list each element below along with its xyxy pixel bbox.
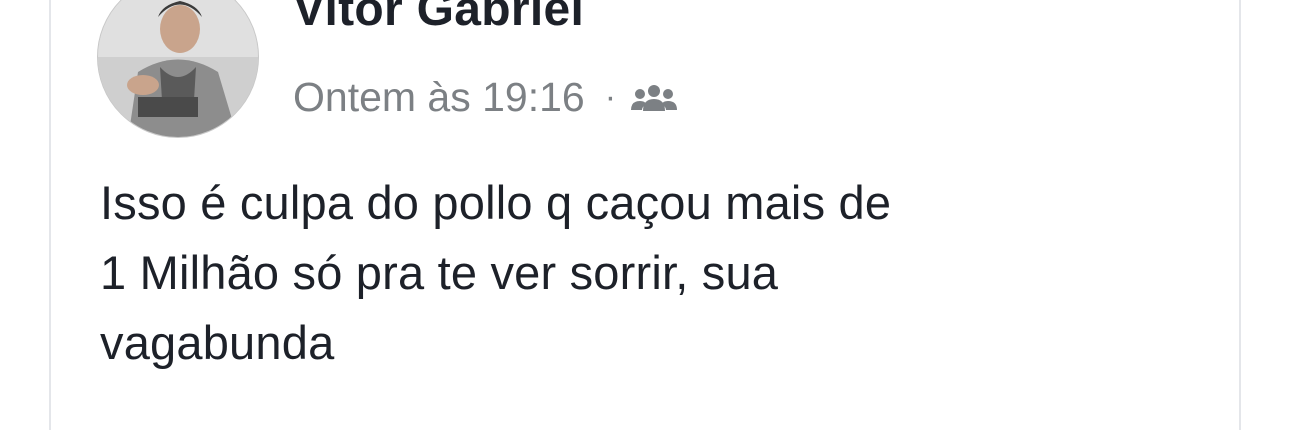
meta-separator: · [604, 77, 617, 116]
post-text-line: 1 Milhão só pra te ver sorrir, sua [100, 246, 779, 299]
post-text: Isso é culpa do pollo q caçou mais de 1 … [100, 168, 1220, 378]
post-text-line: Isso é culpa do pollo q caçou mais de [100, 176, 892, 229]
post-text-line: vagabunda [100, 316, 335, 369]
post-screenshot: Vitor Gabriel Ontem às 19:16 · Isso é cu… [0, 0, 1289, 430]
post-meta: Ontem às 19:16 · [293, 72, 678, 122]
author-name[interactable]: Vitor Gabriel [293, 0, 584, 37]
post-timestamp[interactable]: Ontem às 19:16 [293, 74, 585, 121]
friends-audience-icon[interactable] [630, 76, 678, 123]
